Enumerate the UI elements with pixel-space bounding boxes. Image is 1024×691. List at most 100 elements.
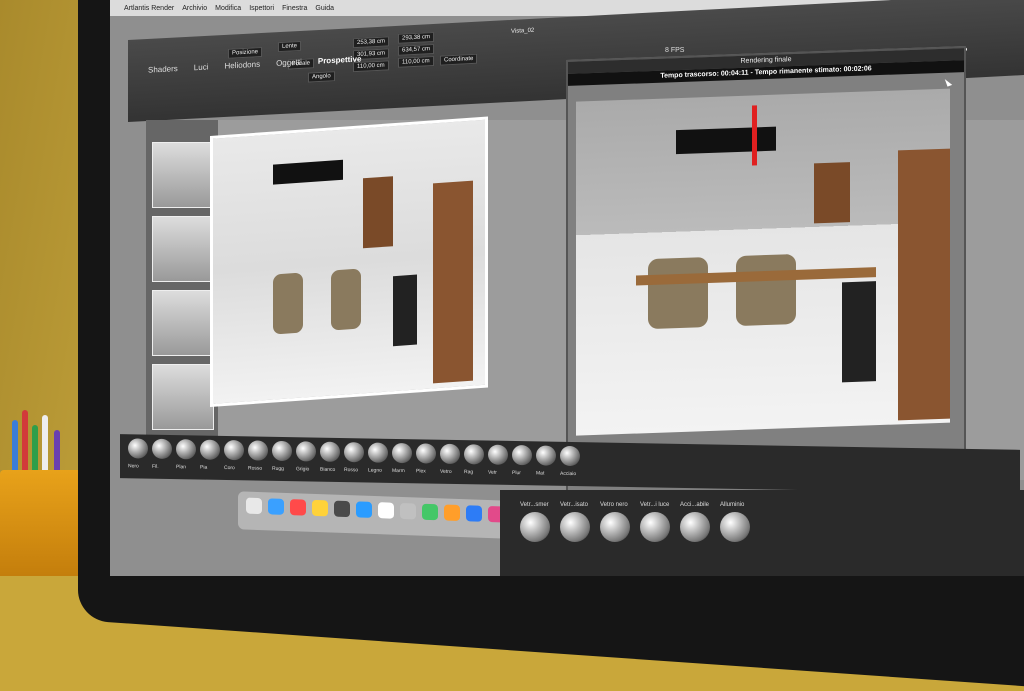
field-y1[interactable]: 293,38 cm xyxy=(398,31,435,44)
material-swatch[interactable] xyxy=(536,445,556,466)
material-swatch[interactable] xyxy=(416,443,436,464)
bar-stool xyxy=(273,272,303,335)
menu-archivio[interactable]: Archivio xyxy=(182,5,207,12)
wood-cabinet xyxy=(363,176,393,249)
tab-oggetti[interactable]: Oggetti xyxy=(276,58,302,68)
material-label: Rosso xyxy=(248,465,263,472)
ceiling-hood xyxy=(676,126,776,155)
material-label: Plur xyxy=(512,469,521,477)
view-name: Vista_02 xyxy=(511,27,535,35)
material-swatch[interactable] xyxy=(344,442,364,463)
menu-finestra[interactable]: Finestra xyxy=(282,5,307,12)
field-y3[interactable]: 110,00 cm xyxy=(398,55,434,68)
wine-cooler xyxy=(842,281,876,383)
material-swatch[interactable] xyxy=(600,512,630,542)
material-label: Rosso xyxy=(344,467,359,474)
material-swatch[interactable] xyxy=(320,441,340,462)
field-angle[interactable]: Angolo xyxy=(308,71,335,83)
monitor-screen: Artlantis Render Archivio Modifica Ispet… xyxy=(110,0,1024,576)
field-x1[interactable]: 253,38 cm xyxy=(353,36,390,49)
material-swatch[interactable] xyxy=(248,440,268,461)
material-label: Alluminio xyxy=(720,502,745,508)
dock-app-icon[interactable] xyxy=(444,504,460,522)
dock-app-icon[interactable] xyxy=(290,499,306,516)
perspective-thumbnail[interactable] xyxy=(152,216,214,282)
material-swatch[interactable] xyxy=(176,439,196,460)
menu-app[interactable]: Artlantis Render xyxy=(124,5,174,12)
perspective-thumbnail[interactable] xyxy=(152,290,214,356)
material-label: Acciaio xyxy=(560,470,577,478)
material-swatch[interactable] xyxy=(512,444,532,466)
tab-heliodons[interactable]: Heliodons xyxy=(224,60,260,71)
dock-app-icon[interactable] xyxy=(378,502,394,519)
field-lens[interactable]: Lente xyxy=(278,40,302,53)
material-swatch[interactable] xyxy=(128,438,148,459)
material-swatch[interactable] xyxy=(200,439,220,460)
material-label: Marm xyxy=(392,467,405,475)
menu-guida[interactable]: Guida xyxy=(315,5,334,12)
material-swatch[interactable] xyxy=(720,512,750,542)
wood-cabinet xyxy=(898,148,950,421)
material-swatch[interactable] xyxy=(152,438,172,460)
material-label: Rag xyxy=(464,469,474,476)
perspective-thumbnail[interactable] xyxy=(152,142,214,208)
perspective-thumbnail[interactable] xyxy=(152,364,214,430)
material-label: Vetr xyxy=(488,469,497,476)
tab-luci[interactable]: Luci xyxy=(194,62,209,72)
dock-app-icon[interactable] xyxy=(334,500,350,518)
material-label: Legno xyxy=(368,467,382,474)
material-swatch[interactable] xyxy=(440,443,460,465)
material-label: Mat xyxy=(536,470,545,477)
field-label-position: Posizione xyxy=(228,46,263,59)
material-swatch[interactable] xyxy=(392,442,412,464)
bar-stool xyxy=(331,268,361,331)
material-label: Vetr...smer xyxy=(520,502,549,508)
material-label: Grigio xyxy=(296,466,310,473)
material-label: Fil. xyxy=(152,463,159,470)
field-coord[interactable]: Coordinate xyxy=(440,53,478,66)
material-label: Plex xyxy=(416,468,426,475)
material-swatch[interactable] xyxy=(640,512,670,542)
material-label: Vetro xyxy=(440,468,452,475)
material-swatch[interactable] xyxy=(680,512,710,542)
dock-app-icon[interactable] xyxy=(312,499,328,517)
preview-viewport[interactable] xyxy=(210,116,488,407)
menu-modifica[interactable]: Modifica xyxy=(215,5,241,12)
material-swatch[interactable] xyxy=(560,512,590,542)
materials-shelf-bottom: Vetr...smer Vetr...isato Vetro nero Vetr...… xyxy=(500,490,1024,576)
material-swatch[interactable] xyxy=(368,442,388,463)
material-swatch[interactable] xyxy=(520,512,550,542)
material-swatch[interactable] xyxy=(272,440,292,462)
material-label: Vetr...isato xyxy=(560,502,589,508)
material-label: Plan xyxy=(176,464,187,471)
material-label: Vetr...i luce xyxy=(640,502,670,508)
menu-ispettori[interactable]: Ispettori xyxy=(249,5,274,12)
dock-app-icon[interactable] xyxy=(422,503,438,521)
render-window: Rendering finale Tempo trascorso: 00:04:… xyxy=(566,46,966,505)
material-swatch[interactable] xyxy=(464,444,484,465)
perspective-list xyxy=(146,120,218,450)
material-label: Acci...abile xyxy=(680,502,710,508)
render-output xyxy=(576,88,950,436)
field-y2[interactable]: 634,57 cm xyxy=(398,43,435,56)
bar-stool xyxy=(736,253,796,327)
material-label: Rugg xyxy=(272,465,284,473)
material-label: Pia xyxy=(200,464,208,471)
dock-app-icon[interactable] xyxy=(400,502,416,520)
bar-stool xyxy=(648,257,708,330)
dock-app-icon[interactable] xyxy=(246,497,262,515)
material-swatch[interactable] xyxy=(224,439,244,461)
material-swatch[interactable] xyxy=(296,441,316,462)
material-swatch[interactable] xyxy=(560,445,580,467)
material-label: Nero xyxy=(128,463,139,470)
tab-shaders[interactable]: Shaders xyxy=(148,64,178,75)
dock-app-icon[interactable] xyxy=(268,498,284,515)
material-swatch[interactable] xyxy=(488,444,508,465)
ceiling-hood xyxy=(273,159,343,185)
wine-cooler xyxy=(393,274,417,347)
material-label: Vetro nero xyxy=(600,502,628,508)
wood-cabinet xyxy=(814,162,850,224)
render-progress-marker xyxy=(752,105,757,166)
dock-app-icon[interactable] xyxy=(466,505,482,522)
dock-app-icon[interactable] xyxy=(356,501,372,518)
